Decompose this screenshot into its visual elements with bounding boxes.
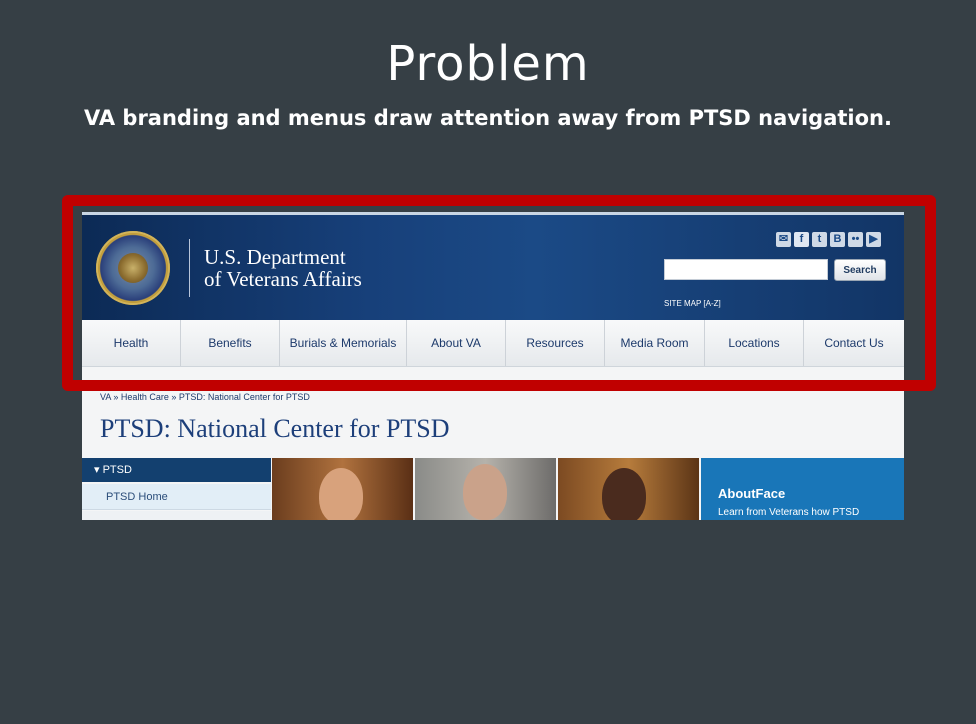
promo-title: AboutFace <box>718 486 786 501</box>
veteran-photo-1[interactable] <box>272 458 413 520</box>
veteran-face-2 <box>463 464 507 520</box>
breadcrumb[interactable]: VA » Health Care » PTSD: National Center… <box>100 392 310 402</box>
highlight-box <box>62 195 936 391</box>
veteran-face-1 <box>319 468 363 520</box>
aboutface-promo[interactable]: AboutFace Learn from Veterans how PTSD <box>701 458 904 520</box>
left-nav-item[interactable] <box>82 511 271 520</box>
left-nav-item-ptsd-home[interactable]: PTSD Home <box>82 484 271 510</box>
slide-subtitle: VA branding and menus draw attention awa… <box>84 106 892 130</box>
veteran-photo-3[interactable] <box>558 458 699 520</box>
slide-title: Problem <box>386 36 590 92</box>
veteran-photo-2[interactable] <box>415 458 556 520</box>
veteran-face-3 <box>602 468 646 520</box>
left-nav-ptsd-header[interactable]: ▾ PTSD <box>82 458 271 482</box>
page-title: PTSD: National Center for PTSD <box>100 414 450 443</box>
promo-text: Learn from Veterans how PTSD <box>718 507 860 518</box>
